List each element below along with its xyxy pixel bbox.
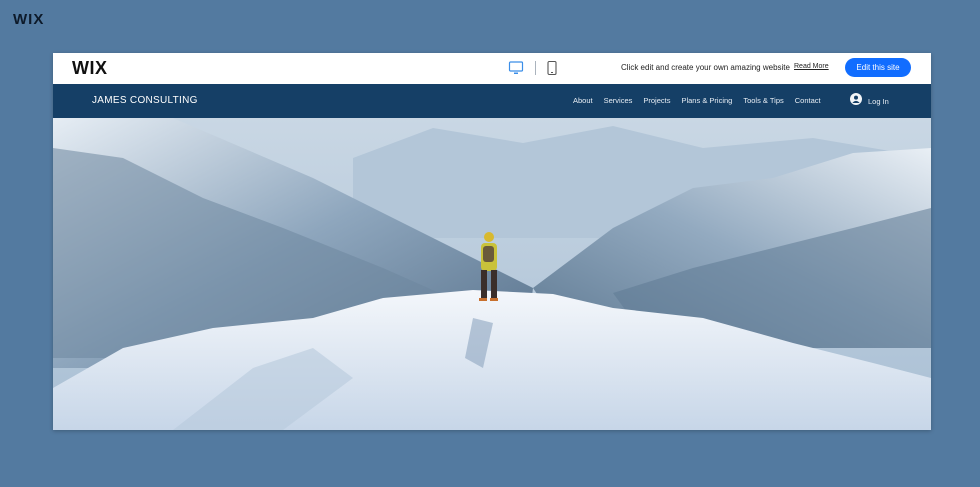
- user-avatar-icon: [850, 92, 862, 110]
- menu-item-about[interactable]: About: [573, 96, 593, 105]
- hero-image-mountaineer: [53, 118, 931, 430]
- wix-corner-logo: WIX: [13, 11, 45, 28]
- wix-top-bar: WIX Click edit and create your own amazi…: [53, 53, 931, 84]
- menu-item-contact[interactable]: Contact: [795, 96, 821, 105]
- edit-site-button[interactable]: Edit this site: [845, 58, 911, 77]
- site-title[interactable]: JAMES CONSULTING: [92, 95, 198, 106]
- site-header-nav: JAMES CONSULTING About Services Projects…: [53, 84, 931, 118]
- read-more-link[interactable]: Read More: [794, 63, 829, 70]
- wix-logo: WIX: [72, 58, 108, 78]
- site-preview-frame: WIX Click edit and create your own amazi…: [53, 53, 931, 430]
- desktop-icon[interactable]: [508, 60, 524, 81]
- device-separator: [535, 61, 536, 75]
- menu-item-projects[interactable]: Projects: [643, 96, 670, 105]
- menu-item-plans-pricing[interactable]: Plans & Pricing: [681, 96, 732, 105]
- site-menu: About Services Projects Plans & Pricing …: [573, 96, 832, 105]
- mobile-icon[interactable]: [546, 60, 558, 81]
- promo-text: Click edit and create your own amazing w…: [621, 63, 790, 72]
- menu-item-services[interactable]: Services: [604, 96, 633, 105]
- login-label: Log In: [868, 96, 889, 106]
- menu-item-tools-tips[interactable]: Tools & Tips: [743, 96, 783, 105]
- login-button[interactable]: Log In: [850, 92, 889, 110]
